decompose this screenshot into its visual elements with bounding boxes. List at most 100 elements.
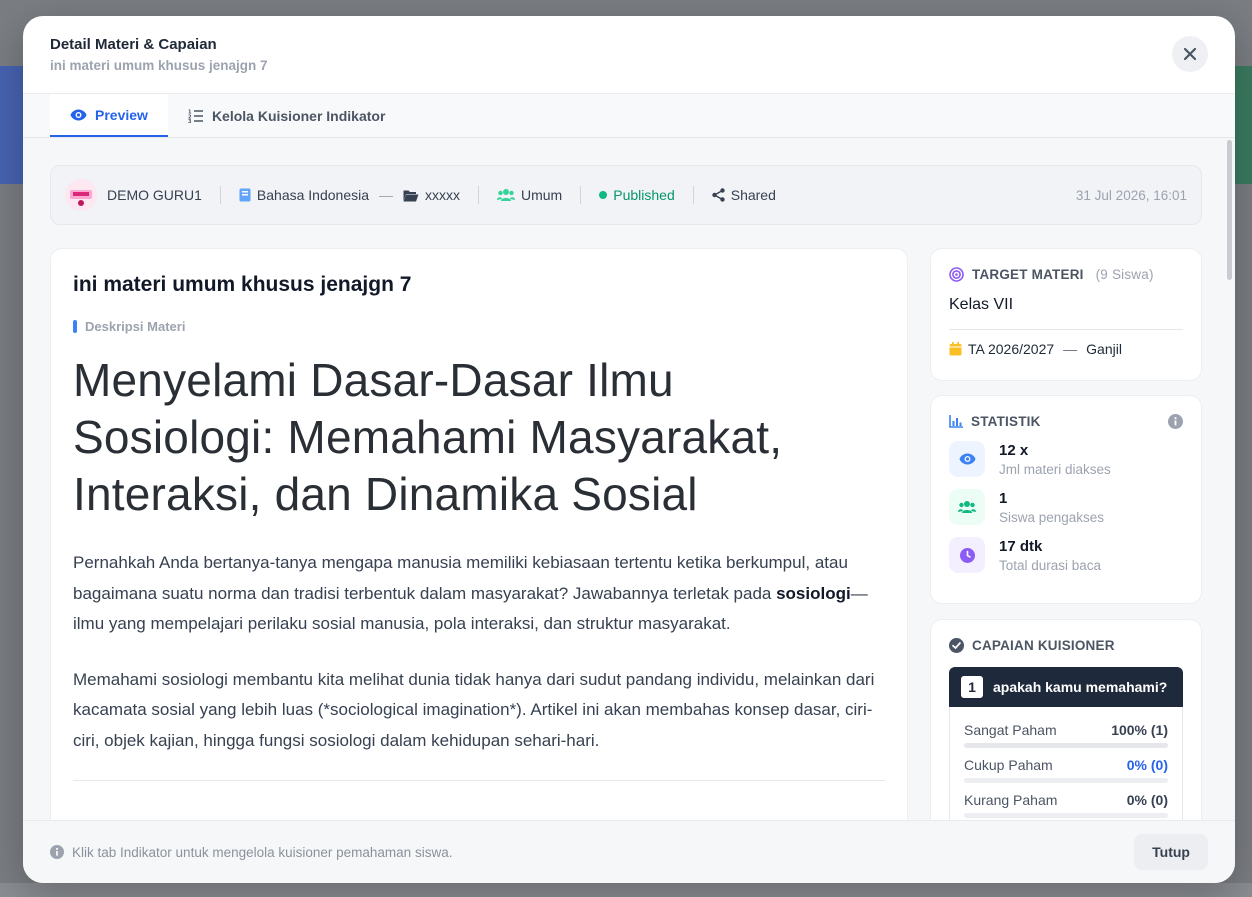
stat-label: Jml materi diakses [999,461,1111,477]
meta-subject: Bahasa Indonesia [239,187,369,203]
target-heading: TARGET MATERI (9 Siswa) [949,267,1183,282]
tab-preview-label: Preview [95,106,148,123]
academic-year-dash: — [1063,341,1078,357]
meta-sharing: Shared [712,187,776,203]
stat-label: Siswa pengakses [999,509,1105,525]
divider [580,186,582,204]
info-icon [50,845,64,859]
tab-kelola-kuisioner[interactable]: 123 Kelola Kuisioner Indikator [168,94,405,137]
option-label: Kurang Paham [964,792,1058,808]
target-heading-text: TARGET MATERI [972,267,1084,282]
modal-footer: Klik tab Indikator untuk mengelola kuisi… [23,820,1235,883]
stat-icon-box [949,537,985,573]
modal-subtitle: ini materi umum khusus jenajgn 7 [50,58,268,73]
question-header: 1 apakah kamu memahami? [949,667,1183,707]
article-heading: Menyelami Dasar-Dasar Ilmu Sosiologi: Me… [73,354,783,520]
answer-option: Kurang Paham 0% (0) [964,792,1168,818]
meta-sharing-label: Shared [730,187,776,203]
chart-bar-icon [949,415,963,428]
stat-label: Total durasi baca [999,557,1102,573]
check-circle-icon [949,638,964,653]
calendar-icon [949,342,962,356]
users-icon [958,501,976,513]
modal-body[interactable]: DEMO GURU1 Bahasa Indonesia — xxxxx Umum… [23,138,1235,820]
modal-title: Detail Materi & Capaian [50,36,217,53]
close-footer-button[interactable]: Tutup [1134,834,1208,870]
background-header-strip [0,66,24,184]
paragraph-bold-term: sosiologi [776,583,851,603]
modal-header: Detail Materi & Capaian ini materi umum … [23,16,1235,93]
option-label: Cukup Paham [964,757,1053,773]
footer-hint-text: Klik tab Indikator untuk mengelola kuisi… [72,844,453,860]
stat-value: 17 dtk [999,537,1043,555]
target-card: TARGET MATERI (9 Siswa) Kelas VII TA 202… [930,248,1202,381]
tab-kelola-label: Kelola Kuisioner Indikator [211,107,386,124]
folder-open-icon [403,190,419,201]
stat-access-count: 12 x Jml materi diakses [949,441,1183,477]
scrollbar-thumb[interactable] [1227,140,1232,280]
stat-read-duration: 17 dtk Total durasi baca [949,537,1183,573]
close-icon [1183,47,1197,61]
background-side-strip [1234,66,1252,184]
statistics-heading-text: STATISTIK [971,414,1041,429]
target-count: (9 Siswa) [1095,267,1154,282]
answer-option: Sangat Paham 100% (1) [964,722,1168,748]
background-bottom [0,883,1252,897]
status-dot-icon [599,191,608,199]
meta-datetime: 31 Jul 2026, 16:01 [1075,187,1187,203]
statistics-heading: STATISTIK [949,414,1183,429]
article-paragraph-2: Memahami sosiologi membantu kita melihat… [73,669,875,750]
close-button[interactable] [1172,36,1208,72]
share-icon [712,188,725,202]
avatar [65,179,97,211]
meta-folder: xxxxx [403,187,460,203]
option-progress-fill [964,743,1168,748]
meta-dash: — [379,187,393,203]
meta-audience-label: Umum [521,187,563,203]
answer-option: Cukup Paham 0% (0) [964,757,1168,783]
article-paragraph-1: Pernahkah Anda bertanya-tanya mengapa ma… [73,548,885,640]
questionnaire-heading: CAPAIAN KUISIONER [949,638,1183,653]
divider [219,186,221,204]
stat-value: 12 x [999,441,1029,459]
info-icon[interactable] [1168,414,1183,429]
eye-icon [70,109,87,120]
section-marker [73,320,77,333]
academic-year-label: TA 2026/2027 [968,341,1055,357]
divider [692,186,694,204]
stat-icon-box [949,489,985,525]
material-content: ini materi umum khusus jenajgn 7 Deskrip… [50,248,908,820]
status-badge: Published [599,187,675,203]
option-label: Sangat Paham [964,722,1057,738]
detail-modal: Detail Materi & Capaian ini materi umum … [23,16,1235,883]
footer-hint: Klik tab Indikator untuk mengelola kuisi… [50,845,452,860]
tab-preview[interactable]: Preview [50,94,168,137]
users-icon [497,189,515,201]
stat-value: 1 [999,489,1008,507]
option-percentage: 0% (0) [1126,792,1168,808]
status-label: Published [613,187,675,203]
question-text: apakah kamu memahami? [993,679,1168,695]
semester-label: Ganjil [1086,341,1122,357]
paragraph-text: Pernahkah Anda bertanya-tanya mengapa ma… [73,553,848,603]
section-label-text: Deskripsi Materi [85,319,186,334]
meta-folder-label: xxxxx [425,187,460,203]
stat-icon-box [949,441,985,477]
tab-bar: Preview 123 Kelola Kuisioner Indikator [23,93,1235,138]
questionnaire-heading-text: CAPAIAN KUISIONER [972,638,1115,653]
divider [73,780,885,781]
meta-subject-label: Bahasa Indonesia [256,187,369,203]
meta-audience: Umum [497,187,562,203]
question-results: Sangat Paham 100% (1) Cukup Paham 0% (0) K… [949,707,1183,820]
stat-student-count: 1 Siswa pengakses [949,489,1183,525]
target-class: Kelas VII [949,296,1183,330]
eye-icon [959,453,975,465]
question-number: 1 [961,676,983,698]
section-label: Deskripsi Materi [73,319,885,334]
book-icon [239,188,251,202]
option-progress-track [964,813,1168,818]
academic-year: TA 2026/2027 — Ganjil [949,341,1183,357]
target-icon [949,267,964,282]
option-progress-track [964,743,1168,748]
questionnaire-card: CAPAIAN KUISIONER 1 apakah kamu memahami… [930,619,1202,820]
